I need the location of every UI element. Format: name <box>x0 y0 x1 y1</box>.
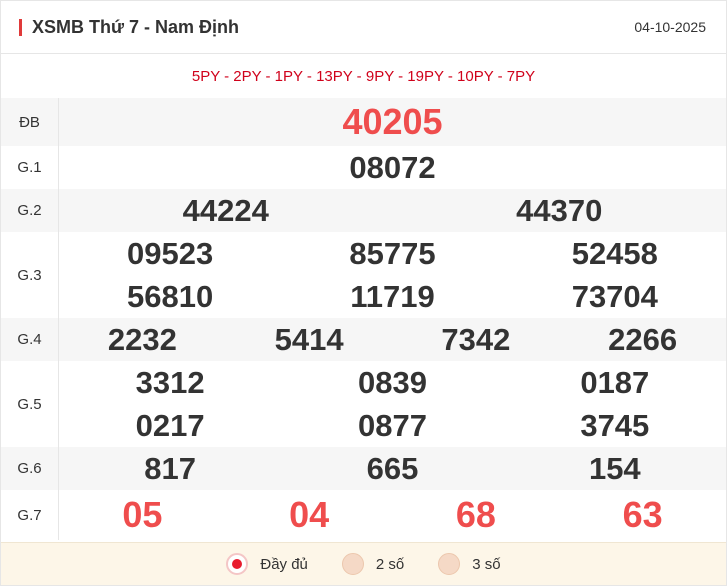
prize-number: 2266 <box>608 322 678 357</box>
prize-number: 09523 <box>127 236 214 271</box>
prize-number-highlight: 05 <box>122 494 163 535</box>
card-header: XSMB Thứ 7 - Nam Định 04-10-2025 <box>1 1 726 54</box>
prize-number: 154 <box>588 451 641 486</box>
prize-row-db: ĐB 40205 <box>1 98 726 146</box>
prize-number: 3745 <box>580 408 650 443</box>
prize-number: 52458 <box>571 236 658 271</box>
prize-label: G.7 <box>1 490 59 540</box>
prize-number: 0877 <box>358 408 427 443</box>
prize-label: G.3 <box>1 232 59 318</box>
prize-number: 5414 <box>274 322 344 357</box>
prize-row-g6: G.6 817 665 154 <box>1 447 726 490</box>
prize-number: 56810 <box>127 279 214 314</box>
option-label: 3 số <box>472 555 501 573</box>
prize-label: G.4 <box>1 318 59 361</box>
prize-label: G.1 <box>1 146 59 189</box>
prize-number: 0187 <box>580 365 650 400</box>
option-label: 2 số <box>375 555 405 573</box>
title-accent-bar <box>19 18 22 36</box>
prize-row-g7: G.7 05 04 68 63 <box>1 490 726 540</box>
prize-label: G.2 <box>1 189 59 232</box>
prize-number: 0217 <box>135 408 205 443</box>
prize-number: 817 <box>144 451 197 486</box>
option-3-digits[interactable]: 3 số <box>438 553 501 575</box>
prize-label: G.5 <box>1 361 59 447</box>
display-options: Đầy đủ 2 số 3 số <box>1 542 726 585</box>
prize-row-g5: G.5 3312 0839 0187 0217 0877 3745 <box>1 361 726 447</box>
radio-selected-icon[interactable] <box>226 553 249 575</box>
special-codes: 5PY - 2PY - 1PY - 13PY - 9PY - 19PY - 10… <box>191 67 536 85</box>
prize-number: 73704 <box>571 279 658 314</box>
prize-number: 0839 <box>358 365 427 400</box>
special-prize-number: 40205 <box>342 101 443 142</box>
option-2-digits[interactable]: 2 số <box>341 553 405 575</box>
prize-number: 08072 <box>349 150 436 185</box>
prize-number-highlight: 68 <box>455 494 496 535</box>
prize-number: 85775 <box>349 236 436 271</box>
prize-number: 44224 <box>182 193 269 228</box>
prize-label: G.6 <box>1 447 59 490</box>
prize-label: ĐB <box>1 98 59 146</box>
card-title: XSMB Thứ 7 - Nam Định <box>19 17 239 38</box>
radio-icon[interactable] <box>438 553 461 575</box>
prize-number: 665 <box>366 451 419 486</box>
prize-row-g2: G.2 44224 44370 <box>1 189 726 232</box>
prize-number-highlight: 04 <box>289 494 330 535</box>
option-label: Đầy đủ <box>260 555 308 573</box>
prize-row-g3: G.3 09523 85775 52458 56810 11719 73704 <box>1 232 726 318</box>
prize-number: 44370 <box>516 193 603 228</box>
lottery-card: XSMB Thứ 7 - Nam Định 04-10-2025 5PY - 2… <box>0 0 727 586</box>
option-full[interactable]: Đầy đủ <box>226 553 308 575</box>
prize-row-g1: G.1 08072 <box>1 146 726 189</box>
draw-date: 04-10-2025 <box>634 19 706 35</box>
prize-row-g4: G.4 2232 5414 7342 2266 <box>1 318 726 361</box>
prize-number-highlight: 63 <box>622 494 663 535</box>
title-text[interactable]: XSMB Thứ 7 - Nam Định <box>32 17 239 38</box>
prize-number: 3312 <box>135 365 205 400</box>
prize-number: 11719 <box>350 279 435 314</box>
results-table: ĐB 40205 G.1 08072 G.2 44224 44370 G.3 0… <box>1 98 726 540</box>
prize-number: 7342 <box>441 322 511 357</box>
radio-icon[interactable] <box>341 553 364 575</box>
prize-number: 2232 <box>107 322 177 357</box>
